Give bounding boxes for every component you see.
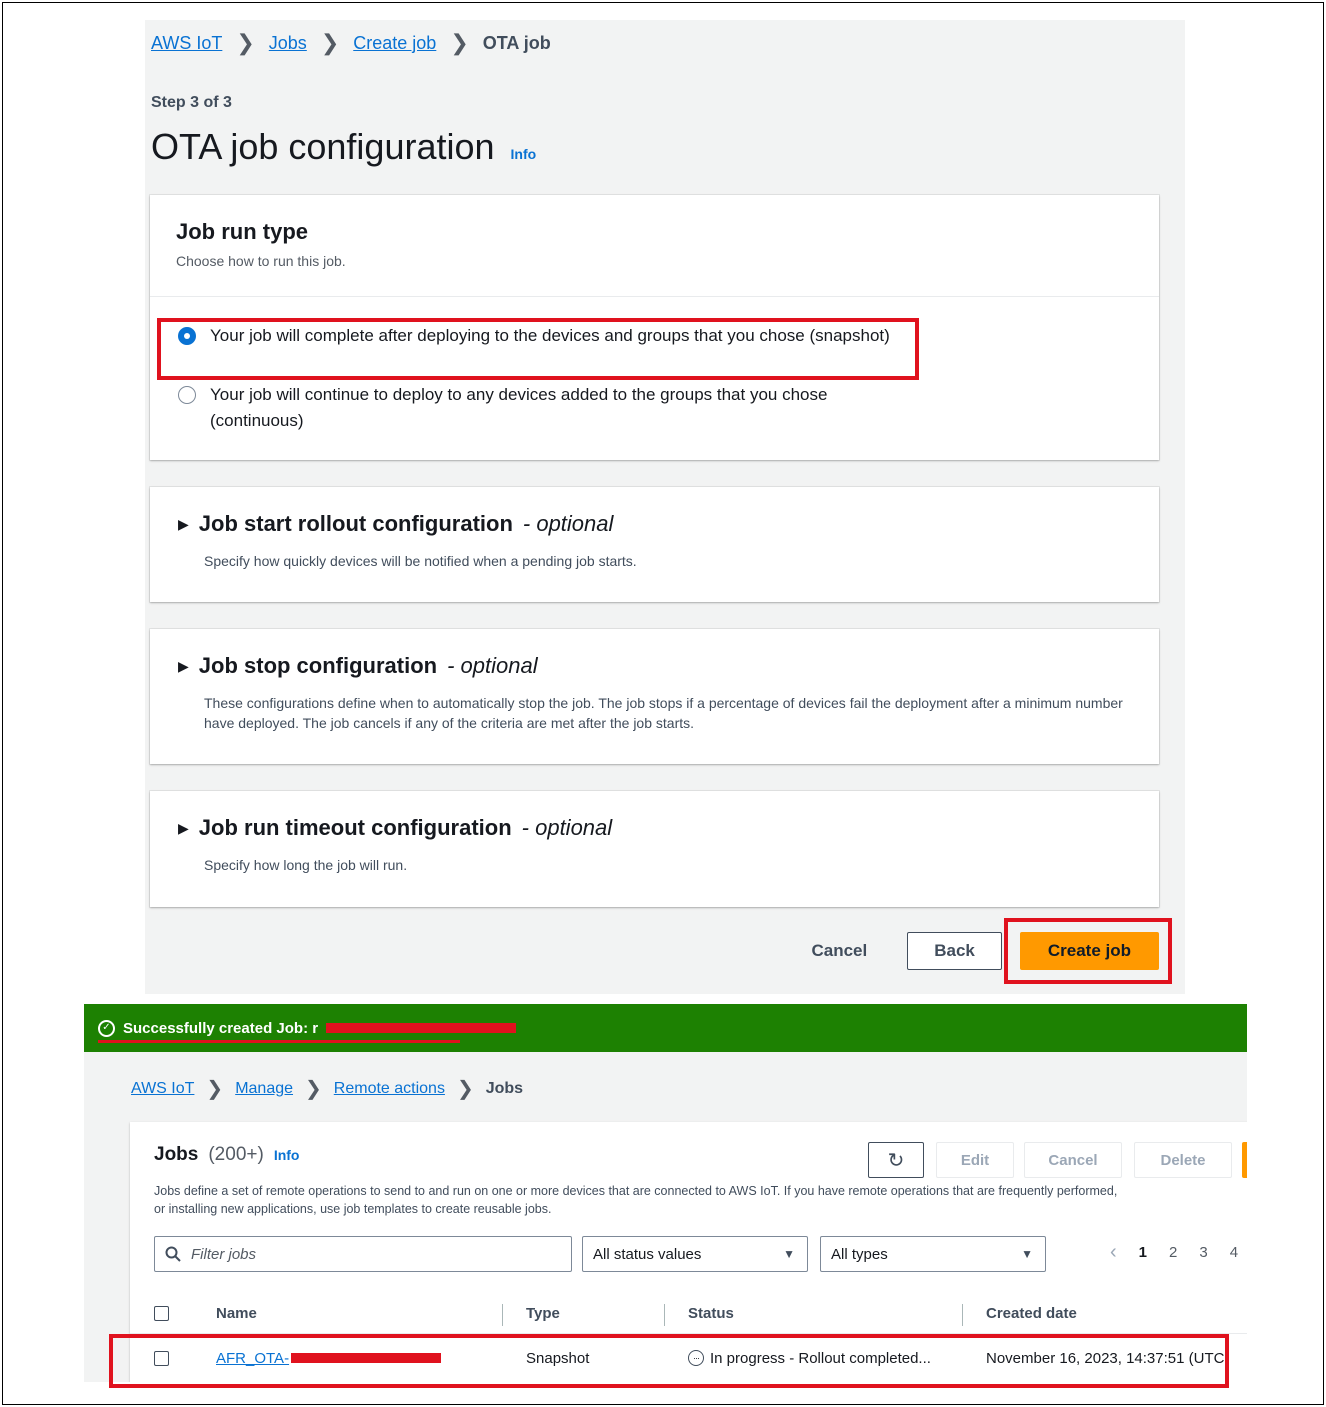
select-value: All status values bbox=[593, 1245, 702, 1263]
page-2[interactable]: 2 bbox=[1169, 1244, 1177, 1261]
section-header[interactable]: ▶ Job start rollout configuration - opti… bbox=[178, 511, 613, 537]
column-divider bbox=[664, 1304, 665, 1326]
jobs-description: Jobs define a set of remote operations t… bbox=[154, 1182, 1247, 1218]
section-description: Specify how quickly devices will be noti… bbox=[204, 553, 637, 569]
annotation-box-snapshot bbox=[157, 318, 919, 380]
column-divider bbox=[962, 1304, 963, 1326]
breadcrumb-current: OTA job bbox=[482, 32, 551, 53]
section-header[interactable]: ▶ Job stop configuration - optional bbox=[178, 653, 538, 679]
select-all-checkbox[interactable] bbox=[154, 1306, 169, 1321]
page-4[interactable]: 4 bbox=[1230, 1244, 1238, 1261]
table-header: Name Type Status Created date bbox=[130, 1294, 1247, 1334]
section-title: Job start rollout configuration bbox=[198, 511, 513, 536]
caret-down-icon: ▼ bbox=[783, 1247, 795, 1261]
optional-tag: - optional bbox=[521, 815, 613, 840]
breadcrumb-create-job[interactable]: Create job bbox=[353, 33, 436, 54]
section-title: Job stop configuration bbox=[198, 653, 438, 678]
breadcrumb: AWS IoT ❯ Manage ❯ Remote actions ❯ Jobs bbox=[131, 1079, 523, 1099]
annotation-box-create-job bbox=[1004, 918, 1172, 984]
description-line: or installing new applications, use job … bbox=[154, 1202, 552, 1216]
column-status[interactable]: Status bbox=[688, 1294, 734, 1333]
chevron-right-icon: ❯ bbox=[206, 1078, 224, 1100]
chevron-right-icon: ❯ bbox=[320, 30, 340, 55]
breadcrumb-aws-iot[interactable]: AWS IoT bbox=[131, 1080, 194, 1098]
cancel-button[interactable]: Cancel bbox=[789, 933, 889, 969]
optional-tag: - optional bbox=[522, 511, 614, 536]
status-filter-select[interactable]: All status values ▼ bbox=[582, 1236, 808, 1272]
radio-label: Your job will continue to deploy to any … bbox=[210, 385, 828, 430]
redaction-bar bbox=[326, 1023, 517, 1033]
section-description: These configurations define when to auto… bbox=[204, 695, 1123, 731]
type-filter-select[interactable]: All types ▼ bbox=[820, 1236, 1046, 1272]
section-header[interactable]: ▶ Job run timeout configuration - option… bbox=[178, 815, 612, 841]
refresh-button[interactable]: ↻ bbox=[868, 1142, 924, 1178]
delete-button[interactable]: Delete bbox=[1134, 1142, 1232, 1178]
caret-right-icon: ▶ bbox=[178, 515, 189, 532]
jobs-header: Jobs (200+) Info bbox=[154, 1144, 299, 1166]
pagination: ‹ 1 2 3 4 bbox=[1110, 1242, 1238, 1262]
column-created-date[interactable]: Created date bbox=[986, 1294, 1077, 1333]
job-start-rollout-section[interactable]: ▶ Job start rollout configuration - opti… bbox=[150, 487, 1159, 602]
back-button[interactable]: Back bbox=[907, 932, 1002, 970]
filter-jobs-input[interactable]: Filter jobs bbox=[154, 1236, 572, 1272]
breadcrumb-aws-iot[interactable]: AWS IoT bbox=[151, 33, 222, 54]
chevron-left-icon[interactable]: ‹ bbox=[1110, 1242, 1117, 1262]
page-title-row: OTA job configuration Info bbox=[151, 126, 536, 168]
section-description: Specify how long the job will run. bbox=[204, 857, 408, 873]
section-title: Job run timeout configuration bbox=[198, 815, 512, 840]
search-icon bbox=[165, 1246, 181, 1262]
breadcrumb-remote-actions[interactable]: Remote actions bbox=[334, 1080, 445, 1098]
divider bbox=[150, 296, 1159, 297]
flash-message: Successfully created Job: r bbox=[123, 1019, 319, 1037]
panel-title: Job run type bbox=[176, 219, 309, 244]
breadcrumb-manage[interactable]: Manage bbox=[235, 1080, 293, 1098]
refresh-icon: ↻ bbox=[887, 1149, 905, 1172]
caret-right-icon: ▶ bbox=[178, 657, 189, 674]
jobs-title: Jobs bbox=[154, 1144, 199, 1165]
create-job-button[interactable] bbox=[1242, 1142, 1247, 1178]
jobs-count: (200+) bbox=[208, 1144, 264, 1165]
breadcrumb-jobs[interactable]: Jobs bbox=[269, 33, 307, 54]
page-3[interactable]: 3 bbox=[1199, 1244, 1207, 1261]
annotation-underline bbox=[98, 1040, 460, 1043]
chevron-right-icon: ❯ bbox=[456, 1078, 474, 1100]
select-value: All types bbox=[831, 1245, 888, 1263]
step-indicator: Step 3 of 3 bbox=[151, 94, 232, 111]
column-divider bbox=[502, 1304, 503, 1326]
page-title: OTA job configuration bbox=[151, 126, 495, 167]
column-type[interactable]: Type bbox=[526, 1294, 560, 1333]
breadcrumb: AWS IoT ❯ Jobs ❯ Create job ❯ OTA job bbox=[151, 32, 551, 54]
info-link[interactable]: Info bbox=[274, 1147, 300, 1163]
description-line: Jobs define a set of remote operations t… bbox=[154, 1184, 1118, 1198]
info-link[interactable]: Info bbox=[511, 146, 537, 162]
job-stop-config-section[interactable]: ▶ Job stop configuration - optional Thes… bbox=[150, 629, 1159, 764]
success-flashbar: ✓ Successfully created Job: r bbox=[84, 1004, 1247, 1052]
edit-button[interactable]: Edit bbox=[936, 1142, 1014, 1178]
ota-job-config-screen: AWS IoT ❯ Jobs ❯ Create job ❯ OTA job St… bbox=[145, 20, 1185, 994]
filter-placeholder: Filter jobs bbox=[191, 1245, 257, 1263]
page-1[interactable]: 1 bbox=[1139, 1244, 1147, 1261]
chevron-right-icon: ❯ bbox=[305, 1078, 322, 1100]
panel-description: Choose how to run this job. bbox=[176, 253, 346, 269]
jobs-list-screen: ✓ Successfully created Job: r AWS IoT ❯ … bbox=[84, 1004, 1247, 1382]
column-name[interactable]: Name bbox=[216, 1294, 257, 1333]
job-run-timeout-section[interactable]: ▶ Job run timeout configuration - option… bbox=[150, 791, 1159, 907]
radio-option-continuous[interactable]: Your job will continue to deploy to any … bbox=[178, 382, 898, 434]
optional-tag: - optional bbox=[447, 653, 538, 678]
success-check-icon: ✓ bbox=[98, 1019, 115, 1037]
annotation-box-job-row bbox=[109, 1334, 1229, 1388]
breadcrumb-current: Jobs bbox=[485, 1080, 524, 1097]
cancel-job-button[interactable]: Cancel bbox=[1024, 1142, 1122, 1178]
radio-unselected-icon[interactable] bbox=[178, 386, 196, 404]
caret-right-icon: ▶ bbox=[178, 819, 189, 836]
chevron-right-icon: ❯ bbox=[236, 30, 255, 55]
chevron-right-icon: ❯ bbox=[450, 30, 469, 55]
caret-down-icon: ▼ bbox=[1021, 1247, 1033, 1261]
